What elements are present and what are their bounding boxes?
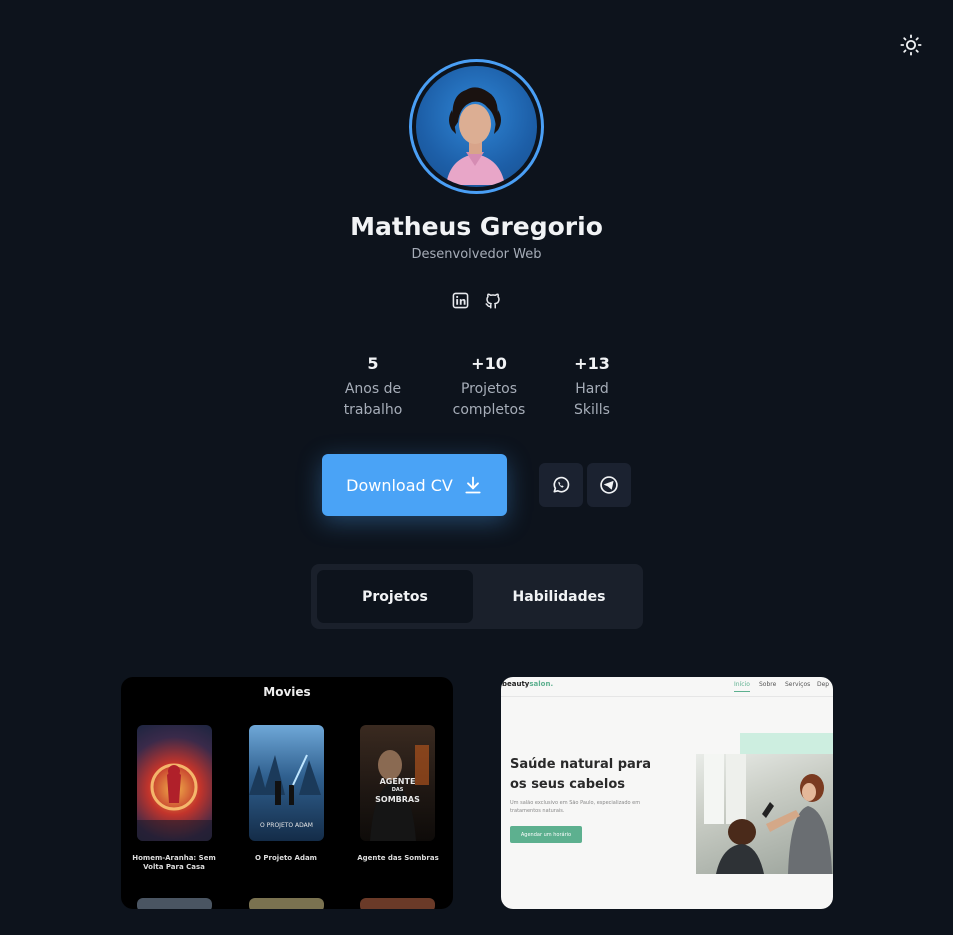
whatsapp-icon: [553, 476, 570, 493]
movies-title: Movies: [263, 685, 311, 699]
stat-value: +13: [574, 354, 610, 373]
github-icon: [485, 293, 500, 308]
stat-value: 5: [367, 354, 379, 373]
beauty-navbar: beautysalon. Início Sobre Serviços Dep: [501, 677, 833, 697]
stat-projects: +10 Projetos completos: [444, 354, 534, 421]
stat-label: Anos de trabalho: [343, 381, 403, 418]
beauty-nav-link: Serviços: [785, 681, 811, 688]
movie-title: O Projeto Adam: [255, 854, 317, 862]
profile-name: Matheus Gregorio: [350, 212, 603, 241]
stat-years: 5 Anos de trabalho: [333, 354, 413, 421]
movie-poster[interactable]: AGENTE DAS SOMBRAS: [360, 725, 435, 841]
movie-poster-text: AGENTE DAS SOMBRAS: [375, 777, 420, 804]
stat-value: +10: [471, 354, 507, 373]
beauty-nav-link: Início: [734, 681, 750, 692]
social-links: [451, 291, 502, 310]
movie-poster[interactable]: [249, 898, 324, 909]
beauty-cta-button: Agendar um horário: [510, 826, 582, 843]
theme-toggle-button[interactable]: [899, 33, 923, 57]
stat-skills: +13 Hard Skills: [562, 354, 622, 421]
tab-projetos[interactable]: Projetos: [317, 570, 473, 623]
beauty-headline: Saúde natural para os seus cabelos: [510, 757, 651, 792]
linkedin-link[interactable]: [451, 291, 470, 310]
tab-habilidades[interactable]: Habilidades: [481, 570, 637, 623]
movie-title: Agente das Sombras: [357, 854, 439, 862]
avatar: [409, 59, 544, 194]
download-icon: [465, 476, 481, 494]
avatar-photo: [416, 66, 537, 187]
profile-role: Desenvolvedor Web: [411, 247, 542, 262]
beauty-paragraph: Um salão exclusivo em São Paulo, especia…: [510, 800, 641, 814]
beauty-nav-link: Sobre: [759, 681, 777, 688]
telegram-button[interactable]: [587, 463, 631, 507]
beauty-logo: beautysalon.: [502, 680, 554, 688]
download-cv-button[interactable]: Download CV: [322, 454, 507, 516]
sun-icon: [900, 34, 922, 56]
section-tabs: Projetos Habilidades: [311, 564, 643, 629]
linkedin-icon: [452, 292, 469, 309]
beauty-decoration: [740, 733, 833, 754]
movie-title: Homem-Aranha: Sem Volta Para Casa: [132, 854, 216, 871]
movie-poster-text: O PROJETO ADAM: [260, 822, 313, 829]
movie-poster[interactable]: [137, 898, 212, 909]
movie-poster[interactable]: [137, 725, 212, 841]
download-cv-label: Download CV: [346, 475, 453, 495]
stat-label: Hard Skills: [574, 381, 610, 418]
beauty-hero-photo: [696, 754, 833, 874]
project-card-movies[interactable]: Movies Homem-Aranha: Sem Volta Para Casa…: [121, 677, 453, 909]
github-link[interactable]: [483, 291, 502, 310]
movie-poster[interactable]: [360, 898, 435, 909]
project-card-beauty-salon[interactable]: beautysalon. Início Sobre Serviços Dep S…: [501, 677, 833, 909]
telegram-icon: [600, 476, 618, 494]
movie-poster[interactable]: O PROJETO ADAM: [249, 725, 324, 841]
whatsapp-button[interactable]: [539, 463, 583, 507]
stat-label: Projetos completos: [452, 381, 526, 418]
beauty-nav-link: Dep: [817, 681, 830, 688]
